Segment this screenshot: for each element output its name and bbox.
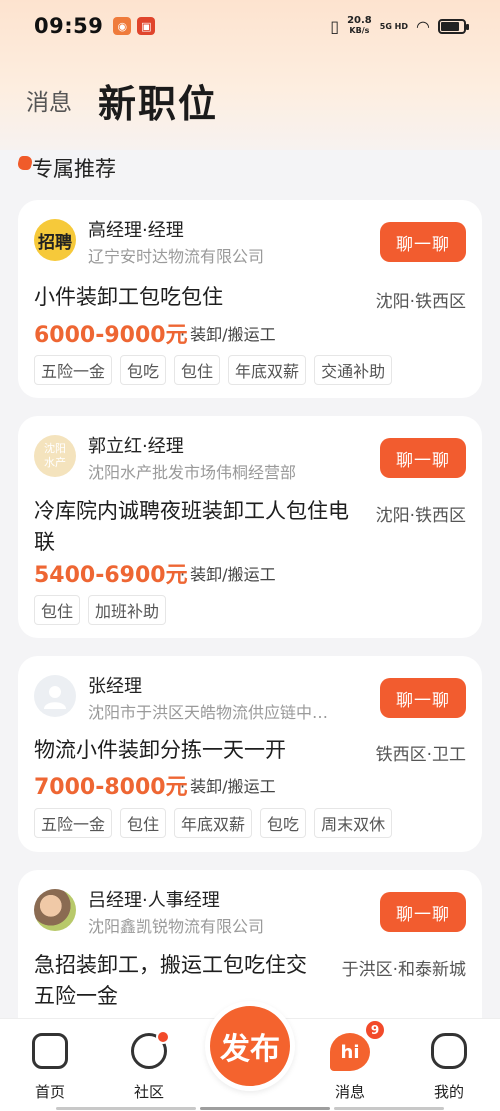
job-category: · 装卸/搬运工 <box>180 325 276 344</box>
chat-button[interactable]: 聊一聊 <box>380 438 466 478</box>
recruiter-avatar <box>34 675 76 717</box>
job-tags: 五险一金 包吃 包住 年底双薪 交通补助 <box>34 355 393 385</box>
job-tag: 包吃 <box>120 355 167 385</box>
job-tags: 五险一金 包住 年底双薪 包吃 周末双休 <box>34 808 393 838</box>
recruiter-name: 吕经理·人事经理 <box>88 890 220 911</box>
messages-icon: hi 9 <box>330 1019 386 1071</box>
company-name: 辽宁安时达物流有限公司 <box>88 247 265 266</box>
job-tag: 包住 <box>34 595 81 625</box>
nav-label: 首页 <box>34 1083 65 1101</box>
nav-profile[interactable]: 我的 <box>419 1033 479 1102</box>
job-location: 沈阳·铁西区 <box>375 292 466 312</box>
chat-button[interactable]: 聊一聊 <box>380 222 466 262</box>
job-salary: 5400-6900元 <box>34 563 188 588</box>
company-name: 沈阳水产批发市场伟桐经营部 <box>88 463 297 482</box>
status-bar: 09:59 ◉ ▣ ▯ 20.8 KB/s 5G HD ◠ <box>0 0 500 52</box>
job-salary: 7000-8000元 <box>34 775 188 800</box>
job-title: 物流小件装卸分拣一天一开 <box>34 738 286 762</box>
recruiter-avatar: 沈阳 水产 <box>34 435 76 477</box>
job-card[interactable]: 张经理 沈阳市于洪区天皓物流供应链中… 聊一聊 物流小件装卸分拣一天一开 铁西区… <box>18 656 482 852</box>
job-title: 急招装卸工，搬运工包吃住交五险一金 <box>34 953 307 1008</box>
planet-icon <box>131 1030 170 1069</box>
status-time: 09:59 <box>34 14 104 38</box>
job-title: 冷库院内诚聘夜班装卸工人包住电联 <box>34 499 349 554</box>
section-header: 专属推荐 <box>16 148 116 188</box>
wifi-icon: ◠ <box>416 16 430 36</box>
nav-label: 我的 <box>433 1083 464 1101</box>
publish-button[interactable]: 发布 <box>205 1001 295 1091</box>
net-speed: 20.8 KB/s <box>347 15 372 36</box>
nav-label: 社区 <box>133 1083 164 1101</box>
scroll-indicator <box>56 1107 196 1110</box>
section-title: 专属推荐 <box>32 157 116 181</box>
job-tag: 五险一金 <box>34 355 113 385</box>
job-tag: 周末双休 <box>314 808 393 838</box>
back-to-messages[interactable]: 消息 <box>26 83 72 117</box>
status-indicators: ▯ 20.8 KB/s 5G HD ◠ <box>330 15 469 36</box>
nav-messages[interactable]: hi 9 消息 <box>320 1019 386 1102</box>
chat-button[interactable]: 聊一聊 <box>380 892 466 932</box>
job-tag: 交通补助 <box>314 355 393 385</box>
community-badge-dot <box>156 1030 170 1044</box>
page-title: 新职位 <box>98 81 219 126</box>
job-card[interactable]: 招聘 高经理·经理 辽宁安时达物流有限公司 聊一聊 小件装卸工包吃包住 沈阳·铁… <box>18 200 482 398</box>
job-tag: 包住 <box>120 808 167 838</box>
recruiter-avatar: 招聘 <box>34 219 76 261</box>
messages-badge: 9 <box>364 1019 386 1041</box>
nav-community[interactable]: 社区 <box>119 1030 179 1102</box>
scroll-indicator <box>200 1107 330 1110</box>
job-category: · 装卸/搬运工 <box>180 565 276 584</box>
page-header: 消息 新职位 <box>0 70 500 130</box>
nav-home[interactable]: 首页 <box>20 1033 80 1102</box>
recruiter-name: 郭立红·经理 <box>88 436 184 457</box>
app-notification-icon: ▣ <box>137 17 156 35</box>
job-tag: 五险一金 <box>34 808 113 838</box>
job-tag: 包吃 <box>260 808 307 838</box>
recruiter-name: 高经理·经理 <box>88 220 184 241</box>
job-title: 小件装卸工包吃包住 <box>34 285 223 309</box>
job-salary: 6000-9000元 <box>34 323 188 348</box>
chat-button[interactable]: 聊一聊 <box>380 678 466 718</box>
default-avatar-icon <box>44 686 66 709</box>
company-name: 沈阳市于洪区天皓物流供应链中… <box>88 703 329 722</box>
company-name: 沈阳鑫凯锐物流有限公司 <box>88 917 265 936</box>
recruiter-name: 张经理 <box>88 676 142 697</box>
job-tag: 年底双薪 <box>174 808 253 838</box>
job-tag: 包住 <box>174 355 221 385</box>
job-location: 于洪区·和泰新城 <box>341 960 466 980</box>
job-tag: 年底双薪 <box>228 355 307 385</box>
job-tags: 包住 加班补助 <box>34 595 167 625</box>
job-tag: 加班补助 <box>88 595 167 625</box>
job-category: · 装卸/搬运工 <box>180 777 276 796</box>
signal-icon: 5G HD <box>379 21 409 31</box>
nav-label: 消息 <box>334 1083 365 1101</box>
job-card[interactable]: 沈阳 水产 郭立红·经理 沈阳水产批发市场伟桐经营部 聊一聊 冷库院内诚聘夜班装… <box>18 416 482 638</box>
job-location: 沈阳·铁西区 <box>375 506 466 526</box>
scroll-indicator <box>334 1107 444 1110</box>
app-notification-icon: ◉ <box>113 17 132 35</box>
home-icon <box>32 1033 68 1069</box>
vibrate-icon: ▯ <box>330 16 340 36</box>
job-location: 铁西区·卫工 <box>375 745 466 765</box>
profile-face-icon <box>431 1033 467 1069</box>
recruiter-avatar <box>34 889 76 931</box>
bottom-nav: 首页 社区 发布 hi 9 消息 我的 <box>0 1001 500 1111</box>
status-app-icons: ◉ ▣ <box>113 17 156 35</box>
battery-icon <box>438 18 469 34</box>
